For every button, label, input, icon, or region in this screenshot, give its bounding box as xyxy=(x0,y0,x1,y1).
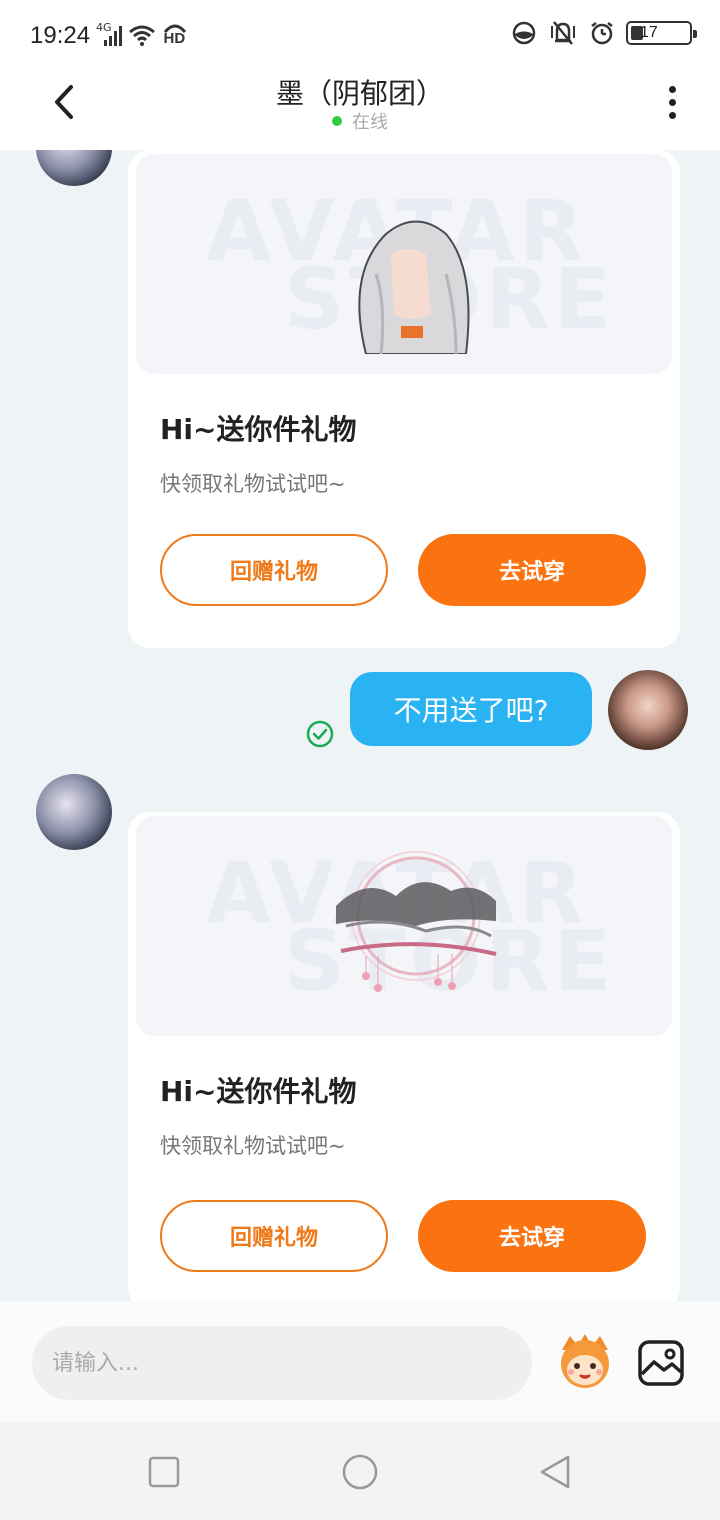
network-label: 4G xyxy=(96,21,112,34)
chat-screen: 19:24 4G HD 17 墨（阴郁团） 在线 Hi~送你件礼物 快领取礼物试… xyxy=(0,0,720,1520)
message-input-bar xyxy=(0,1302,720,1422)
gift-card[interactable]: AVATAR STORE Hi~送你件礼物 快领取礼物试试吧~ 回赠礼物 去试穿 xyxy=(128,150,680,648)
battery-nub xyxy=(693,30,697,38)
more-options-button[interactable] xyxy=(652,82,692,122)
more-icon-dot xyxy=(668,85,676,93)
gift-ink-landscape-image xyxy=(336,851,497,992)
alarm-clock-icon xyxy=(591,22,613,45)
status-bar: 19:24 4G HD 17 xyxy=(0,0,720,72)
status-icons-left: 4G HD xyxy=(96,21,188,47)
nav-recents-icon[interactable] xyxy=(144,1452,184,1492)
chat-header: 墨（阴郁团） 在线 xyxy=(0,72,720,150)
return-gift-button[interactable]: 回赠礼物 xyxy=(160,534,388,606)
gift-card-title: Hi~送你件礼物 xyxy=(160,413,357,446)
status-icons-right: 17 xyxy=(512,20,697,46)
image-icon xyxy=(638,1340,684,1386)
gift-card-description: 快领取礼物试试吧~ xyxy=(160,472,346,496)
emoji-button[interactable] xyxy=(554,1330,616,1392)
emoji-mascot-icon xyxy=(561,1334,609,1388)
system-nav-bar xyxy=(0,1422,720,1520)
check-circle-icon xyxy=(306,720,334,748)
wifi-icon xyxy=(128,25,155,46)
contact-name: 墨（阴郁团） xyxy=(275,77,444,110)
battery-level: 17 xyxy=(640,24,658,41)
contact-avatar[interactable] xyxy=(36,150,112,186)
gift-card-title: Hi~送你件礼物 xyxy=(160,1075,357,1108)
gift-hair-image xyxy=(358,220,470,354)
online-status-label: 在线 xyxy=(352,112,388,133)
nav-back-icon[interactable] xyxy=(536,1452,576,1492)
battery-indicator: 17 xyxy=(626,21,697,45)
gift-card-description: 快领取礼物试试吧~ xyxy=(160,1134,346,1158)
hd-call-icon: HD xyxy=(162,22,188,47)
online-status: 在线 xyxy=(0,108,720,134)
message-bubble-outgoing[interactable]: 不用送了吧? xyxy=(350,672,592,746)
online-dot-icon xyxy=(332,116,342,126)
message-list[interactable]: AVATAR STORE Hi~送你件礼物 快领取礼物试试吧~ 回赠礼物 去试穿… xyxy=(0,150,720,1302)
more-icon-dot xyxy=(668,98,676,106)
gift-preview-image: AVATAR STORE xyxy=(136,816,672,1036)
gift-card[interactable]: AVATAR STORE Hi~送你件礼物 快领取礼物试试吧~ 回赠礼物 去试穿 xyxy=(128,812,680,1302)
try-on-button[interactable]: 去试穿 xyxy=(418,1200,646,1272)
hd-label: HD xyxy=(163,30,186,47)
nav-home-icon[interactable] xyxy=(340,1452,380,1492)
contact-avatar[interactable] xyxy=(36,774,112,850)
more-icon-dot xyxy=(668,111,676,119)
app-status-icon xyxy=(512,21,536,45)
user-avatar[interactable] xyxy=(608,670,688,750)
gift-preview-image: AVATAR STORE xyxy=(136,154,672,374)
vibrate-bell-icon xyxy=(551,21,575,45)
try-on-button[interactable]: 去试穿 xyxy=(418,534,646,606)
image-picker-button[interactable] xyxy=(636,1338,686,1388)
return-gift-button[interactable]: 回赠礼物 xyxy=(160,1200,388,1272)
message-input[interactable] xyxy=(32,1326,532,1400)
status-time: 19:24 xyxy=(30,22,91,49)
